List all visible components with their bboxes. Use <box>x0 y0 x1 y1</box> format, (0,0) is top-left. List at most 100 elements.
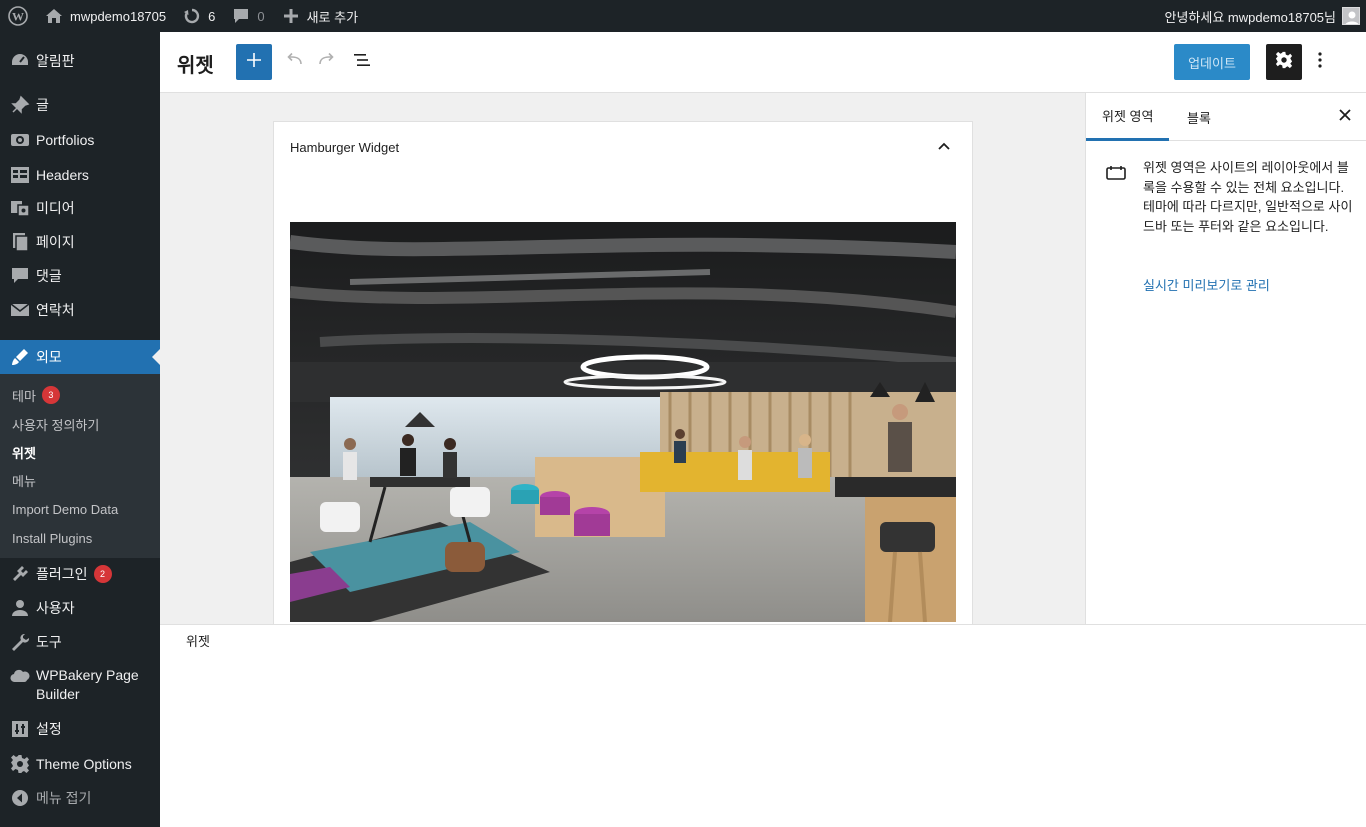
comments-link[interactable]: 0 <box>223 0 272 32</box>
menu-item-dashboard[interactable]: 알림판 <box>0 46 160 76</box>
comment-bubble-icon <box>231 6 251 26</box>
appearance-submenu: 테마 3 사용자 정의하기 위젯 메뉴 Import Demo Data Ins… <box>0 374 160 558</box>
menu-label: 페이지 <box>36 234 75 250</box>
menu-item-plugins[interactable]: 플러그인 2 <box>0 559 160 589</box>
widget-area-card[interactable]: Hamburger Widget <box>273 121 973 624</box>
manage-in-customizer-link[interactable]: 실시간 미리보기로 관리 <box>1143 275 1270 294</box>
settings-icon <box>10 719 30 739</box>
collapse-widget-area-button[interactable] <box>930 136 958 158</box>
tab-block[interactable]: 블록 <box>1171 93 1227 141</box>
undo-icon <box>285 50 305 75</box>
menu-item-portfolios[interactable]: Portfolios <box>0 125 160 155</box>
updates-count: 6 <box>208 8 216 24</box>
widget-area-title: Hamburger Widget <box>290 140 400 155</box>
submenu-item-themes[interactable]: 테마 3 <box>12 385 60 405</box>
menu-item-media[interactable]: 미디어 <box>0 193 160 223</box>
office-image[interactable] <box>290 222 956 622</box>
updates-icon <box>182 6 202 26</box>
menu-item-users[interactable]: 사용자 <box>0 593 160 623</box>
site-name-link[interactable]: mwpdemo18705 <box>36 0 174 32</box>
svg-text:W: W <box>12 10 24 24</box>
admin-sidebar: 알림판 글 Portfolios Headers 미디어 페이지 댓글 연락처 … <box>0 32 160 827</box>
submenu-label: Install Plugins <box>12 530 93 546</box>
menu-item-theme-options[interactable]: Theme Options <box>0 749 160 779</box>
page-title: 위젯 <box>177 55 214 77</box>
submenu-label: 메뉴 <box>12 473 36 489</box>
menu-item-posts[interactable]: 글 <box>0 90 160 120</box>
wordpress-logo-button[interactable]: W <box>0 0 36 32</box>
tab-widget-area[interactable]: 위젯 영역 <box>1086 93 1170 141</box>
new-content-label: 새로 추가 <box>306 9 359 25</box>
menu-label: 미디어 <box>36 200 75 216</box>
comments-icon <box>10 266 30 286</box>
plugins-update-badge: 2 <box>93 565 112 583</box>
submenu-item-menus[interactable]: 메뉴 <box>12 470 36 490</box>
plus-icon <box>246 52 262 73</box>
submenu-label: 사용자 정의하기 <box>12 417 100 433</box>
editor-canvas: Hamburger Widget <box>160 93 1085 624</box>
menu-label: 설정 <box>36 721 62 737</box>
submenu-label: Import Demo Data <box>12 501 119 517</box>
more-vertical-icon <box>1318 51 1322 73</box>
pin-icon <box>10 95 30 115</box>
menu-item-wpbakery[interactable]: WPBakery Page Builder <box>0 666 160 706</box>
media-icon <box>10 198 30 218</box>
updates-link[interactable]: 6 <box>174 0 223 32</box>
menu-label: 사용자 <box>36 600 75 616</box>
add-block-button[interactable] <box>236 44 272 80</box>
wpbakery-icon <box>10 667 30 687</box>
widget-area-description: 위젯 영역은 사이트의 레이아웃에서 블록을 수용할 수 있는 전체 요소입니다… <box>1143 160 1353 234</box>
new-content-link[interactable]: 새로 추가 <box>273 0 366 32</box>
redo-button[interactable] <box>308 44 344 80</box>
comments-count: 0 <box>257 8 265 24</box>
submenu-label: 위젯 <box>12 445 36 461</box>
editor-header: 위젯 업데이트 <box>160 32 1366 93</box>
office-photo-illustration <box>290 222 956 622</box>
menu-label: 연락처 <box>36 302 75 318</box>
appearance-icon <box>10 347 30 367</box>
menu-item-appearance[interactable]: 외모 <box>0 340 160 374</box>
menu-item-headers[interactable]: Headers <box>0 160 160 190</box>
menu-label: 플러그인 <box>36 566 88 582</box>
submenu-item-install-plugins[interactable]: Install Plugins <box>12 528 92 548</box>
wordpress-icon: W <box>8 6 28 26</box>
greeting: 안녕하세요 mwpdemo18705님 <box>1164 9 1337 25</box>
settings-tabs: 위젯 영역 블록 <box>1086 93 1366 141</box>
redo-icon <box>316 50 336 75</box>
admin-bar: W mwpdemo18705 6 0 새로 추가 안녕하세요 mwpdemo18… <box>0 0 1366 32</box>
menu-label: Theme Options <box>36 756 132 772</box>
users-icon <box>10 598 30 618</box>
update-button[interactable]: 업데이트 <box>1174 44 1250 80</box>
menu-item-contact[interactable]: 연락처 <box>0 295 160 325</box>
account-menu[interactable]: 안녕하세요 mwpdemo18705님 <box>1165 7 1366 26</box>
menu-label: 댓글 <box>36 268 62 284</box>
menu-label: 알림판 <box>36 53 75 69</box>
avatar <box>1342 7 1360 25</box>
plugin-icon <box>10 564 30 584</box>
mail-icon <box>10 300 30 320</box>
menu-item-tools[interactable]: 도구 <box>0 627 160 657</box>
menu-item-comments[interactable]: 댓글 <box>0 261 160 291</box>
collapse-menu-button[interactable]: 메뉴 접기 <box>0 783 160 813</box>
menu-item-pages[interactable]: 페이지 <box>0 227 160 257</box>
tools-icon <box>10 632 30 652</box>
list-view-icon <box>352 50 372 75</box>
submenu-item-widgets[interactable]: 위젯 <box>12 442 36 462</box>
settings-toggle-button[interactable] <box>1266 44 1302 80</box>
menu-label: Headers <box>36 167 89 183</box>
options-menu-button[interactable] <box>1302 44 1338 80</box>
headers-icon <box>10 165 30 185</box>
submenu-item-import-demo[interactable]: Import Demo Data <box>12 499 118 519</box>
portfolio-icon <box>10 130 30 150</box>
close-settings-button[interactable] <box>1333 105 1357 129</box>
gear-icon <box>1275 51 1293 74</box>
collapse-icon <box>10 788 30 808</box>
menu-item-settings[interactable]: 설정 <box>0 714 160 744</box>
list-view-button[interactable] <box>344 44 380 80</box>
breadcrumb[interactable]: 위젯 <box>186 631 210 650</box>
submenu-label: 테마 <box>12 388 36 404</box>
submenu-item-customize[interactable]: 사용자 정의하기 <box>12 414 99 434</box>
editor-footer: 위젯 <box>160 624 1366 827</box>
menu-label: Portfolios <box>36 132 95 148</box>
plus-icon <box>281 6 301 26</box>
